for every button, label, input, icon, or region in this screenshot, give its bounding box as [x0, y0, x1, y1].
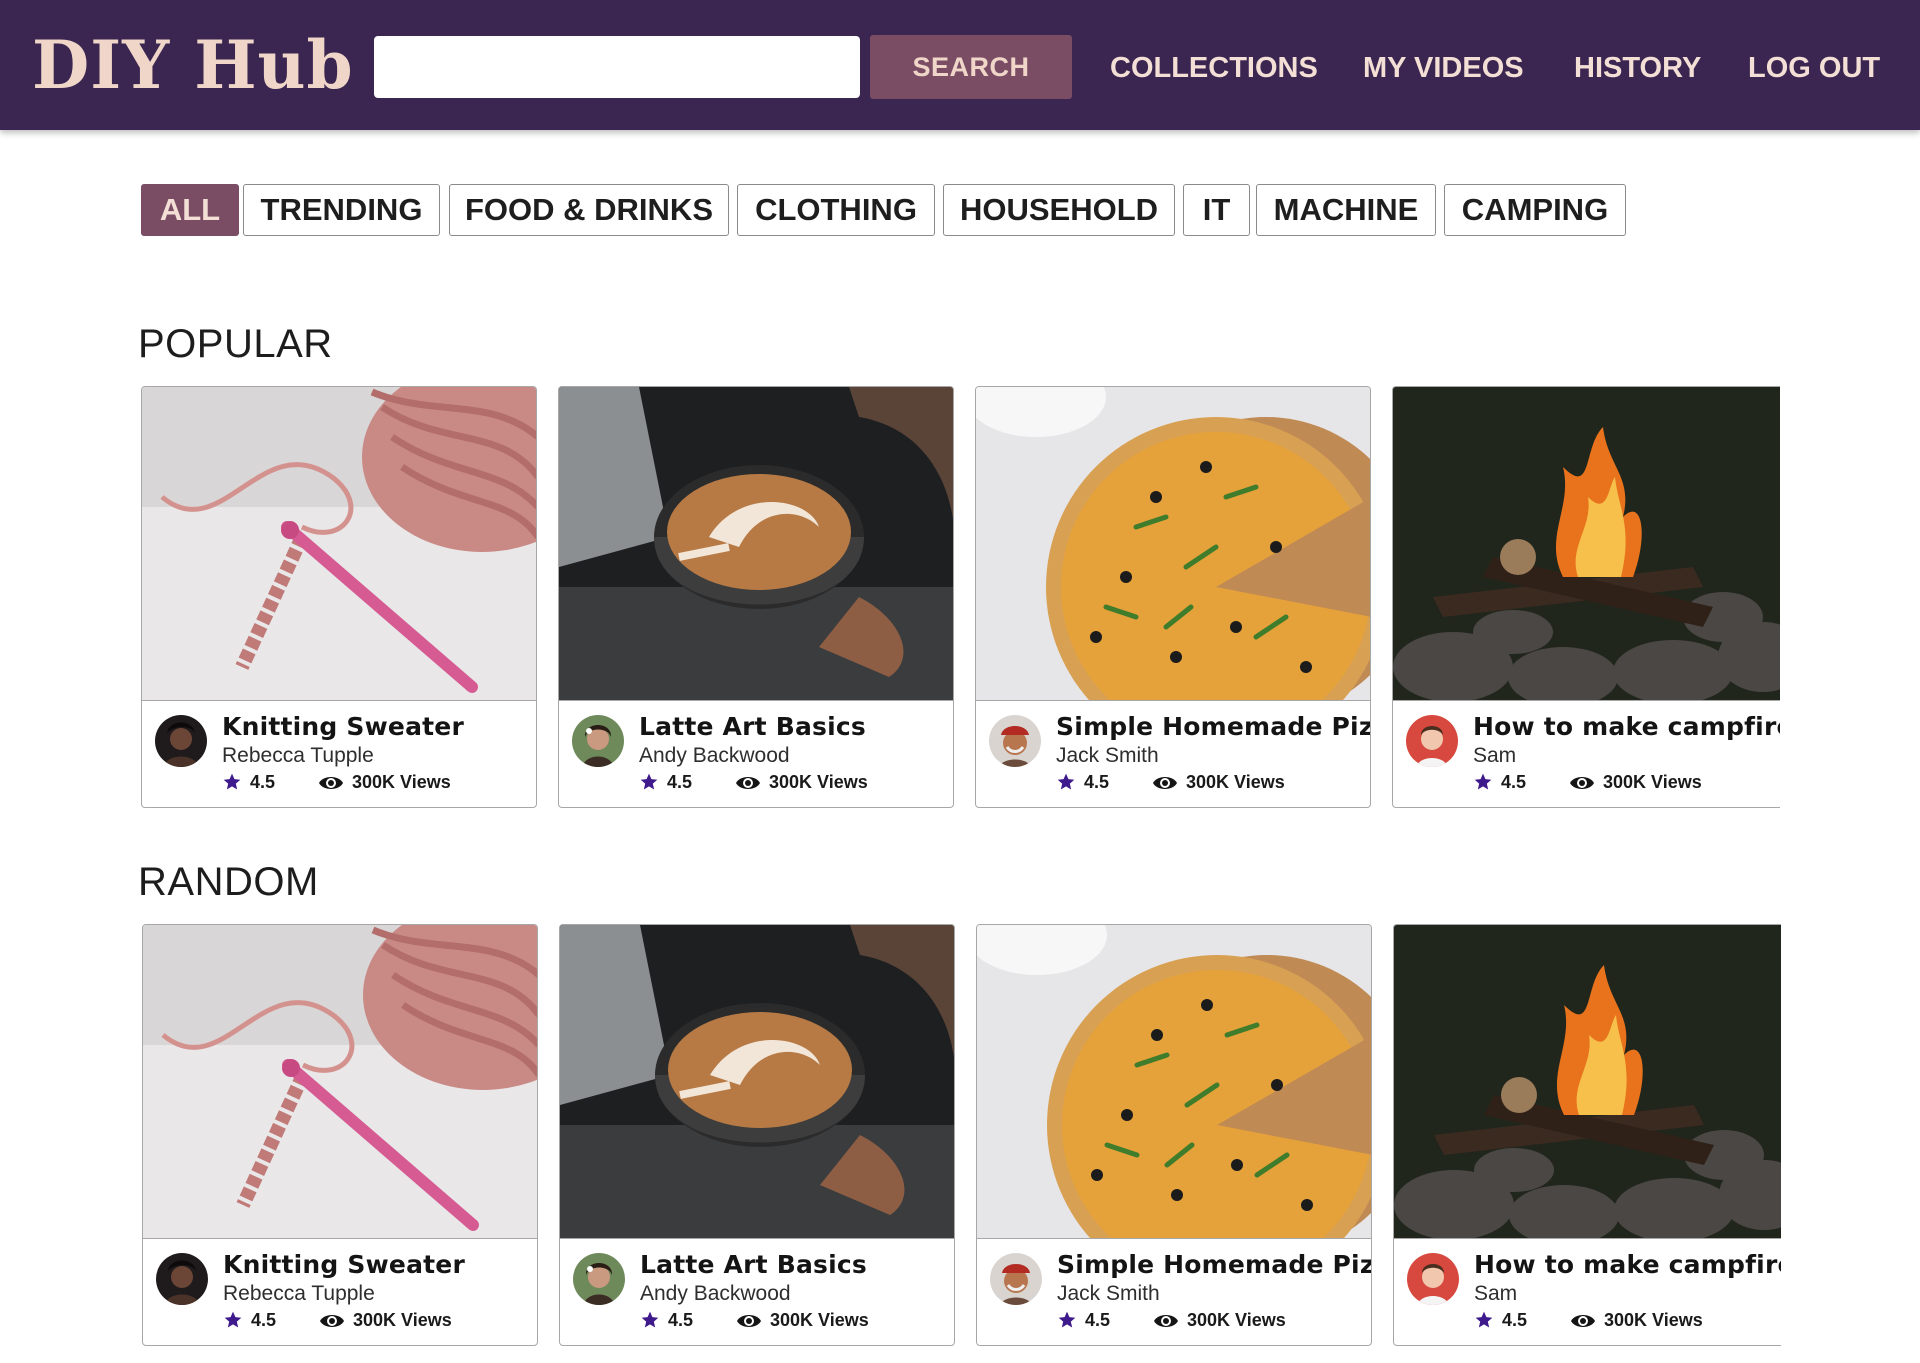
nav-collections[interactable]: COLLECTIONS [1110, 50, 1318, 86]
video-card[interactable]: Knitting Sweater Rebecca Tupple 4.5 300K… [141, 386, 537, 808]
video-card[interactable]: Knitting Sweater Rebecca Tupple 4.5 300K… [142, 924, 538, 1346]
video-rating: 4.5 [250, 772, 276, 792]
site-logo[interactable]: DIY Hub [32, 26, 354, 104]
latte-art-thumbnail[interactable] [559, 387, 953, 701]
eye-icon [1570, 777, 1594, 789]
eye-icon [319, 777, 343, 789]
category-chip-household[interactable]: HOUSEHOLD [943, 184, 1175, 236]
video-views: 300K Views [1603, 772, 1702, 792]
nav-log-out[interactable]: LOG OUT [1748, 50, 1880, 86]
video-author[interactable]: Andy Backwood [639, 744, 790, 768]
video-views: 300K Views [769, 772, 868, 792]
video-views: 300K Views [1604, 1310, 1703, 1330]
creator-avatar[interactable] [572, 715, 624, 767]
latte-art-thumbnail[interactable] [560, 925, 954, 1239]
category-chip-camping[interactable]: CAMPING [1444, 184, 1626, 236]
campfire-thumbnail[interactable] [1393, 387, 1780, 701]
star-icon [640, 773, 658, 790]
video-title[interactable]: Simple Homemade Pizza [1057, 1250, 1371, 1279]
nav-history[interactable]: HISTORY [1574, 50, 1701, 86]
eye-icon [737, 1315, 761, 1327]
top-navigation-bar: DIY Hub SEARCH COLLECTIONS MY VIDEOS HIS… [0, 0, 1920, 130]
section-title-random: RANDOM [138, 860, 319, 904]
category-chip-clothing[interactable]: CLOTHING [737, 184, 935, 236]
video-title[interactable]: How to make campfire [1474, 1250, 1781, 1279]
creator-avatar[interactable] [573, 1253, 625, 1305]
pizza-thumbnail[interactable] [977, 925, 1371, 1239]
yarn-crochet-thumbnail[interactable] [143, 925, 537, 1239]
video-views: 300K Views [353, 1310, 452, 1330]
category-chip-machine[interactable]: MACHINE [1256, 184, 1436, 236]
video-rating: 4.5 [1502, 1310, 1528, 1330]
video-rating: 4.5 [667, 772, 693, 792]
eye-icon [320, 1315, 344, 1327]
video-views: 300K Views [770, 1310, 869, 1330]
video-author[interactable]: Sam [1474, 1282, 1517, 1306]
category-chip-it[interactable]: IT [1183, 184, 1250, 236]
video-rating: 4.5 [668, 1310, 694, 1330]
video-card[interactable]: Simple Homemade Pizza Jack Smith 4.5 300… [976, 924, 1372, 1346]
creator-avatar[interactable] [990, 1253, 1042, 1305]
video-author[interactable]: Andy Backwood [640, 1282, 791, 1306]
video-card[interactable]: How to make campfire Sam 4.5 300K Views [1392, 386, 1780, 808]
star-icon [223, 773, 241, 790]
category-chip-all[interactable]: ALL [141, 184, 239, 236]
video-title[interactable]: How to make campfire [1473, 712, 1780, 741]
video-rating: 4.5 [1501, 772, 1527, 792]
video-views: 300K Views [1187, 1310, 1286, 1330]
video-title[interactable]: Latte Art Basics [640, 1250, 867, 1279]
creator-avatar[interactable] [1407, 1253, 1459, 1305]
category-chip-trending[interactable]: TRENDING [243, 184, 440, 236]
campfire-thumbnail[interactable] [1394, 925, 1781, 1239]
video-card[interactable]: Latte Art Basics Andy Backwood 4.5 300K … [558, 386, 954, 808]
video-author[interactable]: Jack Smith [1057, 1282, 1160, 1306]
search-input[interactable] [374, 36, 860, 98]
video-card[interactable]: How to make campfire Sam 4.5 300K Views [1393, 924, 1781, 1346]
eye-icon [736, 777, 760, 789]
pizza-thumbnail[interactable] [976, 387, 1370, 701]
creator-avatar[interactable] [155, 715, 207, 767]
video-title[interactable]: Latte Art Basics [639, 712, 866, 741]
video-author[interactable]: Rebecca Tupple [222, 744, 374, 768]
video-rating: 4.5 [1084, 772, 1110, 792]
star-icon [1475, 1311, 1493, 1328]
nav-my-videos[interactable]: MY VIDEOS [1363, 50, 1524, 86]
video-views: 300K Views [1186, 772, 1285, 792]
video-card[interactable]: Latte Art Basics Andy Backwood 4.5 300K … [559, 924, 955, 1346]
video-author[interactable]: Sam [1473, 744, 1516, 768]
star-icon [1058, 1311, 1076, 1328]
category-chip-food-drinks[interactable]: FOOD & DRINKS [449, 184, 729, 236]
star-icon [1474, 773, 1492, 790]
eye-icon [1571, 1315, 1595, 1327]
video-title[interactable]: Simple Homemade Pizza [1056, 712, 1370, 741]
star-icon [224, 1311, 242, 1328]
video-title[interactable]: Knitting Sweater [222, 712, 464, 741]
creator-avatar[interactable] [156, 1253, 208, 1305]
yarn-crochet-thumbnail[interactable] [142, 387, 536, 701]
eye-icon [1154, 1315, 1178, 1327]
video-author[interactable]: Rebecca Tupple [223, 1282, 375, 1306]
video-views: 300K Views [352, 772, 451, 792]
creator-avatar[interactable] [989, 715, 1041, 767]
video-rating: 4.5 [251, 1310, 277, 1330]
star-icon [641, 1311, 659, 1328]
creator-avatar[interactable] [1406, 715, 1458, 767]
video-title[interactable]: Knitting Sweater [223, 1250, 465, 1279]
section-title-popular: POPULAR [138, 322, 333, 366]
video-author[interactable]: Jack Smith [1056, 744, 1159, 768]
star-icon [1057, 773, 1075, 790]
search-button[interactable]: SEARCH [870, 35, 1072, 99]
eye-icon [1153, 777, 1177, 789]
video-rating: 4.5 [1085, 1310, 1111, 1330]
video-card[interactable]: Simple Homemade Pizza Jack Smith 4.5 300… [975, 386, 1371, 808]
